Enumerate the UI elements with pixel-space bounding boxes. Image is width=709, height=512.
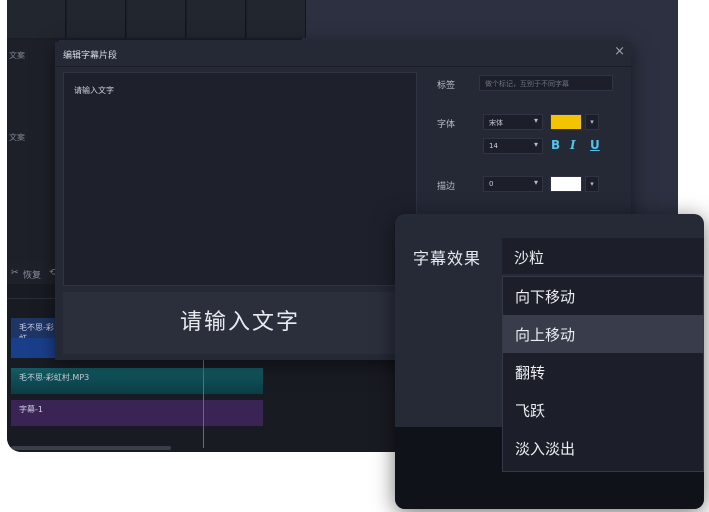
font-family-value: 宋体 [489, 119, 503, 127]
media-thumbnail[interactable] [7, 0, 66, 38]
left-panel-label: 文案 [9, 133, 25, 142]
chevron-down-icon: ▾ [533, 178, 538, 187]
effect-option[interactable]: 淡入淡出 [503, 429, 703, 467]
timeline-scrollbar[interactable] [11, 446, 171, 450]
font-label: 字体 [437, 120, 456, 130]
effect-label: 字幕效果 [413, 249, 482, 268]
chevron-down-icon[interactable]: ▾ [585, 176, 599, 192]
chevron-down-icon: ▾ [533, 116, 538, 125]
stroke-label: 描边 [437, 182, 456, 192]
stroke-width-select[interactable]: 0 ▾ [483, 176, 543, 192]
left-panel: 文案 文案 [7, 40, 59, 290]
font-size-select[interactable]: 14 ▾ [483, 138, 543, 154]
stroke-color-swatch[interactable] [550, 176, 582, 192]
underline-button[interactable]: U [590, 138, 600, 152]
effect-dropdown-list: 向下移动 向上移动 翻转 飞跃 淡入淡出 [502, 276, 704, 472]
close-icon[interactable]: × [614, 44, 625, 59]
timeline-clip[interactable] [11, 338, 61, 358]
media-thumbnail[interactable] [67, 0, 126, 38]
stroke-width-value: 0 [489, 180, 494, 188]
effect-option[interactable]: 翻转 [503, 353, 703, 391]
restore-button[interactable]: 恢复 [23, 268, 41, 281]
font-family-select[interactable]: 宋体 ▾ [483, 114, 543, 130]
chevron-down-icon[interactable]: ▾ [585, 114, 599, 130]
subtitle-effect-panel: 字幕效果 沙粒 向下移动 向上移动 翻转 飞跃 淡入淡出 [395, 214, 704, 509]
timeline-tool-icon[interactable]: ✂ [11, 268, 19, 278]
left-panel-label: 文案 [9, 51, 25, 60]
effect-option[interactable]: 向下移动 [503, 277, 703, 315]
subtitle-text-editor[interactable]: 请输入文字 [63, 72, 417, 286]
bold-button[interactable]: B [551, 138, 560, 152]
media-thumbnail[interactable] [247, 0, 306, 38]
dialog-title: 编辑字幕片段 [63, 51, 118, 61]
chevron-down-icon: ▾ [533, 140, 538, 149]
media-thumbnail[interactable] [187, 0, 246, 38]
media-thumbnail[interactable] [127, 0, 186, 38]
tag-label: 标签 [437, 81, 456, 91]
effect-option[interactable]: 向上移动 [503, 315, 703, 353]
tag-input[interactable]: 做个标记，互别于不同字幕 [479, 75, 613, 91]
timeline-clip[interactable]: 毛不思-彩虹 [11, 318, 61, 343]
italic-button[interactable]: I [570, 138, 576, 152]
font-size-value: 14 [489, 142, 498, 150]
effect-select[interactable]: 沙粒 [502, 238, 704, 274]
divider [55, 66, 631, 67]
media-thumbnails-strip [7, 0, 306, 40]
audio-clip[interactable]: 毛不思-彩虹村.MP3 [11, 368, 263, 394]
effect-option[interactable]: 飞跃 [503, 391, 703, 429]
subtitle-clip[interactable]: 字幕-1 [11, 400, 263, 426]
subtitle-preview: 请输入文字 [63, 292, 417, 354]
font-color-swatch[interactable] [550, 114, 582, 130]
